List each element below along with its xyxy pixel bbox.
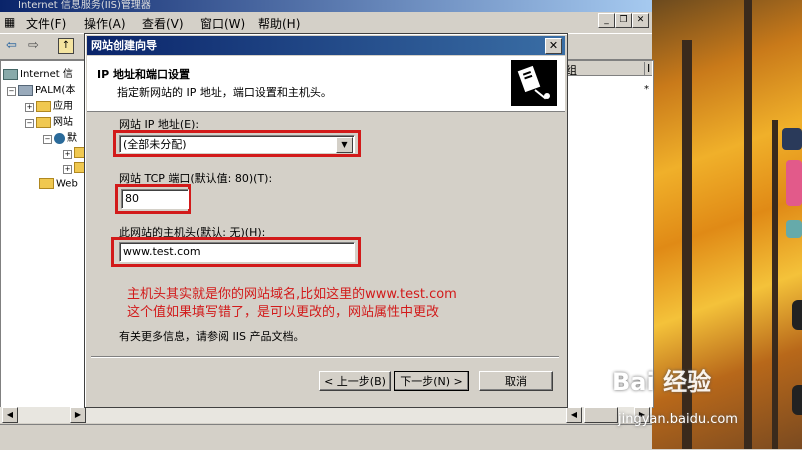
column-header-label-2: I (644, 62, 650, 75)
tree-item-web-ext[interactable]: Web (39, 178, 78, 190)
app-icon-chat[interactable] (782, 128, 802, 150)
scroll-left-button-2[interactable]: ◀ (566, 407, 582, 423)
computer-icon (3, 68, 18, 80)
restore-button[interactable]: ❐ (615, 13, 632, 28)
qq-icon[interactable] (792, 300, 802, 330)
tree-web-ext-label: Web (56, 178, 78, 190)
host-header-input[interactable]: www.test.com (119, 242, 355, 262)
back-button[interactable]: < 上一步(B) (319, 371, 391, 391)
menu-bar: ▦ 文件(F) 操作(A) 查看(V) 窗口(W) 帮助(H) (0, 12, 652, 32)
app-icon-chat2[interactable] (786, 220, 802, 238)
dialog-close-button[interactable]: ✕ (545, 38, 562, 54)
folder-icon (36, 100, 51, 112)
status-bar (0, 424, 652, 450)
tree-item-websites[interactable]: − 网站 (25, 113, 73, 128)
minimize-button[interactable]: _ (598, 13, 615, 28)
tree-pane: Internet 信 − PALM(本 + 应用 − 网站 − 默 + + Web (0, 60, 89, 408)
tcp-port-value: 80 (125, 192, 139, 205)
tree-app-pools-label: 应用 (53, 101, 73, 112)
more-info-text: 有关更多信息，请参阅 IIS 产品文档。 (119, 330, 305, 343)
button-separator (91, 356, 559, 358)
content-mark: * (644, 84, 649, 95)
menu-file[interactable]: 文件(F) (26, 15, 66, 32)
tree-server-label: PALM(本 (35, 85, 76, 96)
step-title: IP 地址和端口设置 (97, 68, 190, 81)
back-icon[interactable]: ⇦ (6, 38, 17, 53)
tree-item-server[interactable]: − PALM(本 (7, 81, 75, 96)
website-wizard-dialog: 网站创建向导 ✕ IP 地址和端口设置 指定新网站的 IP 地址，端口设置和主机… (84, 33, 568, 408)
dialog-title: 网站创建向导 (91, 39, 157, 52)
folder-icon (39, 178, 54, 189)
next-button[interactable]: 下一步(N) > (394, 371, 469, 391)
tree-item-app-pools[interactable]: + 应用 (25, 97, 73, 112)
expand-icon[interactable]: + (25, 103, 34, 112)
host-header-value: www.test.com (123, 245, 201, 258)
wizard-graphic-icon (511, 60, 557, 106)
expand-icon[interactable]: + (63, 149, 72, 159)
tree-item-default-site[interactable]: − 默 (43, 129, 77, 144)
window-title: Internet 信息服务(IIS)管理器 (18, 0, 151, 11)
baidu-jingyan-watermark: Bai 经验 (612, 368, 712, 396)
menu-window[interactable]: 窗口(W) (200, 15, 245, 32)
dialog-header: IP 地址和端口设置 指定新网站的 IP 地址，端口设置和主机头。 (87, 56, 565, 112)
globe-icon (54, 132, 65, 144)
cancel-button[interactable]: 取消 (479, 371, 553, 391)
menu-help[interactable]: 帮助(H) (258, 15, 300, 32)
collapse-icon[interactable]: − (7, 87, 16, 96)
tree-websites-label: 网站 (53, 117, 73, 128)
tcp-port-input[interactable]: 80 (121, 189, 189, 209)
annotation-note-line2: 这个值如果填写错了，是可以更改的，网站属性中更改 (127, 305, 440, 320)
window-title-bar: Internet 信息服务(IIS)管理器 (0, 0, 652, 12)
app-menu-icon[interactable]: ▦ (4, 15, 15, 29)
collapse-icon[interactable]: − (43, 135, 52, 144)
app-icon-pink[interactable] (786, 160, 802, 206)
collapse-icon[interactable]: − (25, 119, 34, 128)
step-subtitle: 指定新网站的 IP 地址，端口设置和主机头。 (117, 86, 332, 99)
scroll-left-button[interactable]: ◀ (2, 407, 18, 423)
content-pane (566, 60, 654, 408)
qq-icon-2[interactable] (792, 385, 802, 415)
dialog-title-bar: 网站创建向导 ✕ (87, 36, 565, 55)
column-header[interactable]: 组 I (566, 61, 652, 77)
watermark-url: jingyan.baidu.com (618, 412, 738, 427)
tree-root-label: Internet 信 (20, 69, 73, 80)
annotation-note-line1: 主机头其实就是你的网站域名,比如这里的www.test.com (127, 287, 457, 302)
forward-icon[interactable]: ⇨ (28, 38, 39, 53)
chevron-down-icon[interactable]: ▼ (336, 137, 353, 153)
expand-icon[interactable]: + (63, 164, 72, 174)
horizontal-scrollbar[interactable]: ◀ ▶ ◀ ▶ (0, 407, 652, 423)
ip-address-dropdown[interactable]: (全部未分配) ▼ (119, 135, 355, 153)
ip-address-value: (全部未分配) (123, 138, 187, 151)
menu-view[interactable]: 查看(V) (142, 15, 184, 32)
server-icon (18, 84, 33, 96)
close-button[interactable]: ✕ (632, 13, 649, 28)
tree-default-site-label: 默 (67, 133, 77, 144)
menu-action[interactable]: 操作(A) (84, 15, 126, 32)
scroll-thumb[interactable] (584, 407, 618, 423)
up-folder-icon[interactable]: ↑ (58, 38, 74, 54)
folder-icon (36, 116, 51, 128)
scroll-right-button[interactable]: ▶ (70, 407, 86, 423)
tree-item-root[interactable]: Internet 信 (3, 65, 73, 80)
